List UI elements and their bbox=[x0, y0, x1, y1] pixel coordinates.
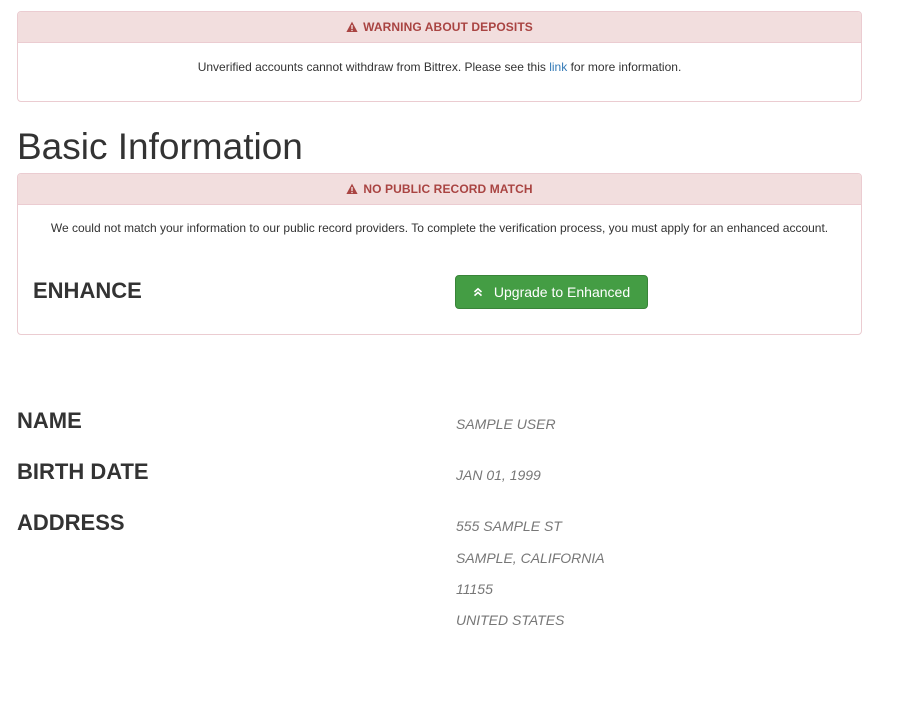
warning-triangle-icon bbox=[346, 183, 358, 194]
address-line-country: UNITED STATES bbox=[456, 612, 565, 628]
address-line-city-state: SAMPLE, CALIFORNIA bbox=[456, 550, 605, 566]
deposits-text-after: for more information. bbox=[567, 60, 682, 74]
warning-triangle-icon bbox=[346, 21, 358, 32]
chevron-double-up-icon bbox=[473, 287, 482, 297]
deposits-info-link[interactable]: link bbox=[549, 60, 567, 74]
record-warning-panel: NO PUBLIC RECORD MATCH We could not matc… bbox=[17, 173, 862, 335]
deposits-warning-heading: WARNING ABOUT DEPOSITS bbox=[18, 12, 861, 43]
address-line-street: 555 SAMPLE ST bbox=[456, 518, 562, 534]
birth-date-label: BIRTH DATE bbox=[17, 459, 149, 484]
deposits-text-before: Unverified accounts cannot withdraw from… bbox=[197, 60, 550, 74]
deposits-warning-title: WARNING ABOUT DEPOSITS bbox=[363, 20, 533, 34]
record-warning-heading: NO PUBLIC RECORD MATCH bbox=[18, 174, 861, 205]
record-warning-title: NO PUBLIC RECORD MATCH bbox=[363, 182, 533, 196]
upgrade-to-enhanced-button[interactable]: Upgrade to Enhanced bbox=[455, 275, 648, 309]
deposits-warning-panel: WARNING ABOUT DEPOSITS Unverified accoun… bbox=[17, 11, 862, 102]
page-title: Basic Information bbox=[17, 126, 303, 167]
enhance-label: ENHANCE bbox=[33, 278, 142, 303]
record-warning-message: We could not match your information to o… bbox=[50, 221, 829, 235]
address-label: ADDRESS bbox=[17, 510, 125, 535]
deposits-warning-message: Unverified accounts cannot withdraw from… bbox=[18, 43, 861, 76]
page: WARNING ABOUT DEPOSITS Unverified accoun… bbox=[0, 0, 913, 717]
name-value: SAMPLE USER bbox=[456, 416, 556, 432]
upgrade-button-label: Upgrade to Enhanced bbox=[493, 284, 631, 300]
address-line-zip: 11155 bbox=[456, 581, 493, 597]
birth-date-value: JAN 01, 1999 bbox=[456, 467, 541, 483]
name-label: NAME bbox=[17, 408, 82, 433]
